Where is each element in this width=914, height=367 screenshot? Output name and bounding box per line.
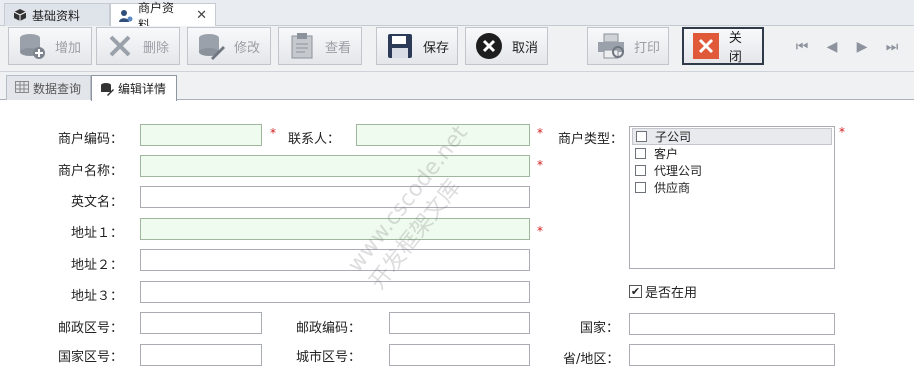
country-input[interactable] <box>629 313 835 335</box>
option-label: 客户 <box>654 147 679 161</box>
option-label: 子公司 <box>655 130 692 144</box>
province-label: 省/地区： <box>563 352 620 367</box>
cancel-label: 取消 <box>512 40 539 56</box>
close-x-icon <box>692 31 721 61</box>
address2-input[interactable] <box>140 249 530 271</box>
add-button[interactable]: 增加 <box>8 27 92 65</box>
postal-code-label: 邮政编码： <box>296 321 362 336</box>
close-label: 关闭 <box>728 31 742 65</box>
country-label: 国家： <box>580 321 620 336</box>
required-marker: * <box>839 125 845 139</box>
tab-edit-details[interactable]: 编辑详情 <box>91 75 177 101</box>
printer-icon <box>596 31 626 61</box>
delete-label: 删除 <box>143 40 170 56</box>
tab-data-query[interactable]: 数据查询 <box>6 75 91 100</box>
contact-label: 联系人： <box>288 132 341 147</box>
print-button[interactable]: 打印 <box>587 27 669 65</box>
users-gear-icon <box>119 9 133 23</box>
delete-button[interactable]: 删除 <box>96 27 180 65</box>
edit-label: 修改 <box>234 40 261 56</box>
merchant-name-input[interactable] <box>140 155 530 177</box>
add-label: 增加 <box>55 40 82 56</box>
option-label: 供应商 <box>654 181 691 195</box>
option-label: 代理公司 <box>654 164 703 178</box>
print-label: 打印 <box>634 40 661 56</box>
x-icon <box>105 31 135 61</box>
tab-merchant-data[interactable]: 商户资料 ✕ <box>110 1 216 32</box>
address1-label: 地址１： <box>71 226 124 241</box>
checkmark-icon[interactable]: ✔ <box>629 285 642 298</box>
tab-label: 数据查询 <box>33 81 82 96</box>
close-button[interactable]: 关闭 <box>682 27 764 65</box>
view-label: 查看 <box>325 40 352 56</box>
tab-basic-data[interactable]: 基础资料 <box>4 3 110 26</box>
postal-code-input[interactable] <box>389 312 530 334</box>
address3-input[interactable] <box>140 281 530 303</box>
province-input[interactable] <box>629 344 835 366</box>
floppy-disk-icon <box>385 31 415 61</box>
required-marker: * <box>270 126 276 140</box>
merchant-code-input[interactable] <box>140 124 262 146</box>
database-edit-icon <box>196 31 226 61</box>
merchant-type-option[interactable]: 代理公司 <box>632 162 832 179</box>
document-tab-bar: 基础资料 商户资料 ✕ <box>0 0 914 32</box>
required-marker: * <box>537 158 543 172</box>
view-button[interactable]: 查看 <box>278 27 362 65</box>
toolbar: 增加 删除 修改 查看 保存 取消 打印 关闭 ⏮ ◀ ▶ ⏭ <box>0 26 914 72</box>
merchant-type-option[interactable]: 子公司 <box>632 128 832 145</box>
merchant-type-label: 商户类型： <box>558 132 624 147</box>
checkbox-icon[interactable] <box>636 131 647 142</box>
save-button[interactable]: 保存 <box>376 27 458 65</box>
checkbox-icon[interactable] <box>635 182 646 193</box>
previous-record-icon[interactable]: ◀ <box>821 36 843 58</box>
in-use-checkbox[interactable]: ✔ 是否在用 <box>629 282 697 301</box>
cube-icon <box>13 8 27 22</box>
clipboard-icon <box>287 31 317 61</box>
required-marker: * <box>537 224 543 238</box>
english-name-label: 英文名： <box>71 195 124 210</box>
inner-tab-bar: 数据查询 编辑详情 <box>0 72 914 101</box>
tab-label: 基础资料 <box>32 8 81 23</box>
english-name-input[interactable] <box>140 186 530 208</box>
cancel-button[interactable]: 取消 <box>465 27 548 65</box>
last-record-icon[interactable]: ⏭ <box>881 36 903 58</box>
database-pencil-icon <box>100 82 114 96</box>
postal-area-label: 邮政区号： <box>58 321 124 336</box>
address1-input[interactable] <box>140 218 530 240</box>
checkbox-icon[interactable] <box>635 165 646 176</box>
address3-label: 地址３： <box>71 289 124 304</box>
tab-label: 编辑详情 <box>118 82 167 96</box>
merchant-code-label: 商户编码： <box>58 132 124 147</box>
merchant-type-list[interactable]: 子公司 客户 代理公司 供应商 <box>629 126 835 269</box>
close-icon[interactable]: ✕ <box>196 8 207 23</box>
grid-icon <box>15 81 29 95</box>
checkbox-icon[interactable] <box>635 148 646 159</box>
database-add-icon <box>17 31 47 61</box>
country-code-input[interactable] <box>140 344 262 366</box>
postal-area-input[interactable] <box>140 312 262 334</box>
merchant-type-option[interactable]: 供应商 <box>632 179 832 196</box>
first-record-icon[interactable]: ⏮ <box>791 36 813 58</box>
cancel-circle-icon <box>474 31 504 61</box>
edit-button[interactable]: 修改 <box>187 27 271 65</box>
in-use-label: 是否在用 <box>645 286 698 301</box>
merchant-type-option[interactable]: 客户 <box>632 145 832 162</box>
save-label: 保存 <box>422 40 449 56</box>
city-code-input[interactable] <box>389 344 530 366</box>
contact-input[interactable] <box>356 124 530 146</box>
next-record-icon[interactable]: ▶ <box>851 36 873 58</box>
required-marker: * <box>537 126 543 140</box>
address2-label: 地址２： <box>71 258 124 273</box>
merchant-name-label: 商户名称： <box>58 164 124 179</box>
